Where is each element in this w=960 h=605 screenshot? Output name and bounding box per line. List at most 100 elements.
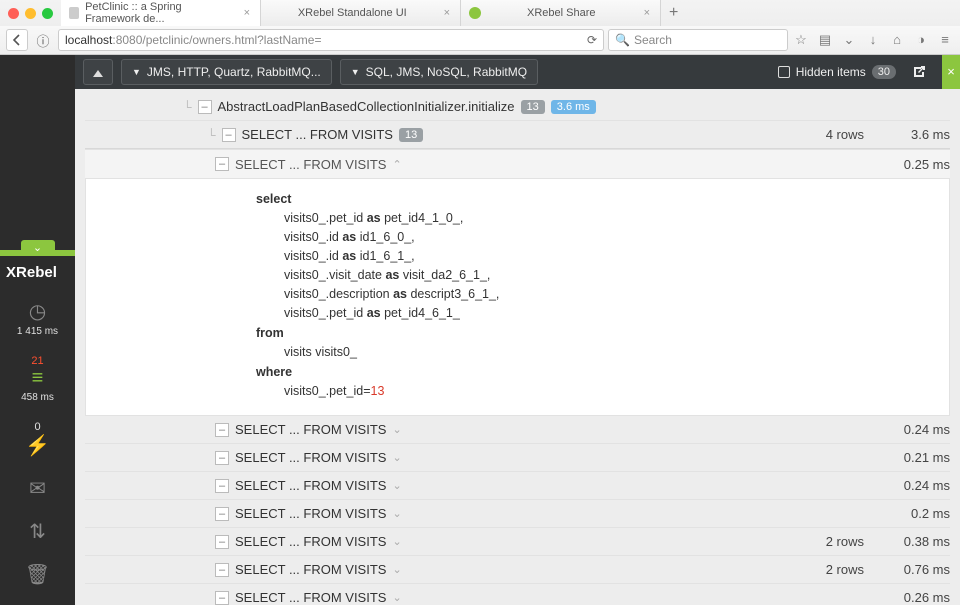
row-rows: 2 rows [814, 534, 864, 549]
sql-row[interactable]: – SELECT ... FROM VISITS ⌄ 0.24 ms [85, 472, 950, 500]
new-tab-button[interactable]: + [661, 4, 686, 22]
tab-label: XRebel Standalone UI [269, 7, 436, 19]
row-label: SELECT ... FROM VISITS [235, 562, 386, 577]
pin-button[interactable] [83, 59, 113, 85]
filter-label: SQL, JMS, NoSQL, RabbitMQ [366, 65, 527, 79]
chevron-up-icon: ⌃ [392, 158, 401, 171]
main-panel: ▼ JMS, HTTP, Quartz, RabbitMQ... ▼ SQL, … [75, 55, 960, 605]
filter-dropdown[interactable]: ▼ SQL, JMS, NoSQL, RabbitMQ [340, 59, 538, 85]
collapse-icon[interactable]: ⌄ [21, 240, 55, 256]
collapse-toggle[interactable]: – [215, 157, 229, 171]
sql-row-expanded[interactable]: – SELECT ... FROM VISITS ⌃ 0.25 ms [85, 149, 950, 179]
xrebel-logo: XXRebelRebel [0, 256, 75, 293]
database-icon: ≡ [0, 367, 75, 390]
star-icon[interactable]: ☆ [792, 32, 810, 48]
sidebar-item-mail[interactable]: ✉ [0, 470, 75, 513]
close-tab-icon[interactable]: × [442, 7, 452, 19]
count-pill: 13 [521, 100, 545, 114]
sidebar-item-db[interactable]: 21 ≡ 458 ms [0, 349, 75, 415]
caret-down-icon: ▼ [351, 67, 360, 77]
hidden-label: Hidden items [796, 65, 866, 79]
expand-toggle[interactable]: – [215, 535, 229, 549]
stopwatch-icon: ◷ [0, 299, 75, 324]
trace-tree: └ – AbstractLoadPlanBasedCollectionIniti… [75, 89, 960, 605]
row-label: SELECT ... FROM VISITS [235, 450, 386, 465]
chevron-down-icon: ⌄ [392, 591, 401, 604]
hidden-count: 30 [872, 65, 896, 79]
browser-tab[interactable]: XRebel Standalone UI × [261, 0, 461, 26]
sql-keyword: from [256, 326, 284, 340]
chevron-down-icon: ⌄ [392, 451, 401, 464]
hidden-items-toggle[interactable]: Hidden items 30 [778, 65, 896, 79]
sql-row[interactable]: – SELECT ... FROM VISITS ⌄ 2 rows0.38 ms [85, 528, 950, 556]
search-input[interactable]: 🔍 Search [608, 29, 788, 51]
row-time: 0.26 ms [890, 590, 950, 605]
row-time: 0.21 ms [890, 450, 950, 465]
browser-tab[interactable]: XRebel Share × [461, 0, 661, 26]
mail-icon: ✉ [0, 476, 75, 501]
home-icon[interactable]: ⌂ [888, 32, 906, 48]
close-window-icon[interactable] [8, 8, 19, 19]
menu-icon[interactable]: ≡ [936, 32, 954, 48]
tab-label: PetClinic :: a Spring Framework de... [85, 1, 235, 25]
chevron-down-icon: ⌄ [392, 507, 401, 520]
url-path: :8080/petclinic/owners.html?lastName= [112, 33, 321, 47]
back-button[interactable] [6, 29, 28, 51]
tab-strip: PetClinic :: a Spring Framework de... × … [0, 0, 960, 26]
trace-row[interactable]: └ – SELECT ... FROM VISITS 13 4 rows 3.6… [85, 121, 950, 149]
collapse-toggle[interactable]: – [198, 100, 212, 114]
trash-icon: 🗑 [0, 562, 75, 587]
row-rows: 2 rows [814, 562, 864, 577]
expand-toggle[interactable]: – [215, 591, 229, 605]
expand-toggle[interactable]: – [215, 507, 229, 521]
sql-row[interactable]: – SELECT ... FROM VISITS ⌄ 0.2 ms [85, 500, 950, 528]
sql-keyword: where [256, 365, 292, 379]
metric-label: 1 415 ms [0, 326, 75, 337]
checkbox-icon[interactable] [778, 66, 790, 78]
sidebar-item-time[interactable]: ◷ 1 415 ms [0, 293, 75, 349]
chevron-down-icon: ⌄ [392, 479, 401, 492]
sidebar-item-sync[interactable]: ⇅ [0, 513, 75, 556]
browser-tab[interactable]: PetClinic :: a Spring Framework de... × [61, 0, 261, 26]
row-time: 0.2 ms [890, 506, 950, 521]
expand-toggle[interactable]: – [215, 451, 229, 465]
toolbar-icons: ☆ ▤ ⌄ ↓ ⌂ ◑ ≡ [792, 32, 954, 48]
popout-button[interactable] [904, 59, 934, 85]
search-placeholder: Search [634, 33, 672, 47]
row-label: SELECT ... FROM VISITS [242, 127, 393, 142]
url-input[interactable]: localhost:8080/petclinic/owners.html?las… [58, 29, 604, 51]
info-icon[interactable]: ⓘ [32, 29, 54, 51]
sql-row[interactable]: – SELECT ... FROM VISITS ⌄ 0.21 ms [85, 444, 950, 472]
reload-icon[interactable]: ⟳ [587, 33, 597, 47]
sql-row[interactable]: – SELECT ... FROM VISITS ⌄ 0.26 ms [85, 584, 950, 605]
close-tab-icon[interactable]: × [642, 7, 652, 19]
badge-count: 21 [0, 355, 75, 367]
trace-row[interactable]: └ – AbstractLoadPlanBasedCollectionIniti… [85, 93, 950, 121]
sql-keyword: select [256, 192, 291, 206]
close-tab-icon[interactable]: × [242, 7, 252, 19]
sql-row[interactable]: – SELECT ... FROM VISITS ⌄ 0.24 ms [85, 416, 950, 444]
expand-toggle[interactable]: – [215, 423, 229, 437]
clipboard-icon[interactable]: ▤ [816, 32, 834, 48]
collapse-toggle[interactable]: – [222, 128, 236, 142]
search-icon: 🔍 [615, 33, 630, 47]
pocket-icon[interactable]: ⌄ [840, 32, 858, 48]
filter-dropdown[interactable]: ▼ JMS, HTTP, Quartz, RabbitMQ... [121, 59, 332, 85]
sql-row[interactable]: – SELECT ... FROM VISITS ⌄ 2 rows0.76 ms [85, 556, 950, 584]
download-icon[interactable]: ↓ [864, 32, 882, 48]
row-label: SELECT ... FROM VISITS [235, 422, 386, 437]
xrebel-sidebar: ⌄ XXRebelRebel ◷ 1 415 ms 21 ≡ 458 ms 0 … [0, 55, 75, 605]
maximize-window-icon[interactable] [42, 8, 53, 19]
row-time: 0.24 ms [890, 422, 950, 437]
chevron-down-icon: ⌄ [392, 563, 401, 576]
row-time: 0.38 ms [890, 534, 950, 549]
expand-toggle[interactable]: – [215, 563, 229, 577]
minimize-window-icon[interactable] [25, 8, 36, 19]
row-label: SELECT ... FROM VISITS [235, 590, 386, 605]
sidebar-item-events[interactable]: 0 ⚡ [0, 415, 75, 470]
expand-toggle[interactable]: – [215, 479, 229, 493]
kite-icon[interactable]: ◑ [912, 32, 930, 48]
sidebar-item-trash[interactable]: 🗑 [0, 556, 75, 599]
favicon-icon [469, 7, 481, 19]
close-panel-button[interactable]: × [942, 55, 960, 89]
